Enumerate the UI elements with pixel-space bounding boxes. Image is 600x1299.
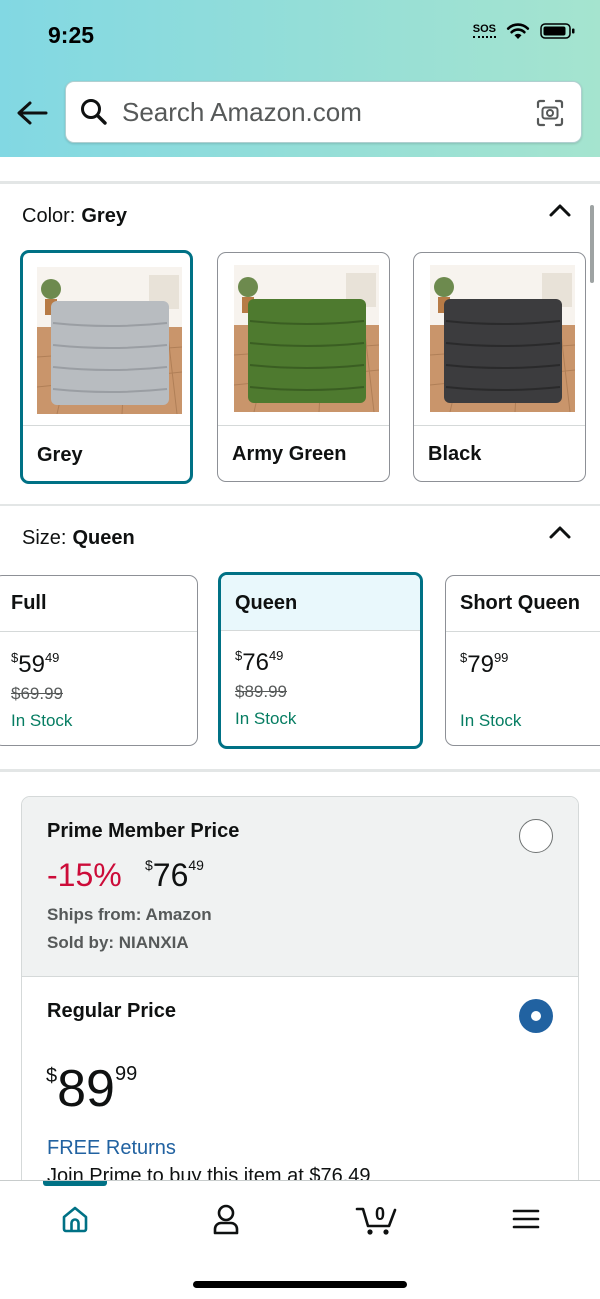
ships-from: Ships from: Amazon	[47, 905, 212, 924]
color-value: Grey	[81, 205, 127, 227]
size-option-header: Short Queen	[446, 576, 600, 632]
price-fraction: 49	[44, 650, 60, 665]
divider	[0, 504, 600, 506]
prime-price-radio[interactable]	[519, 819, 553, 853]
price-whole: 89	[57, 1060, 115, 1118]
color-option-army-green[interactable]: Army Green	[217, 252, 390, 482]
prime-price-option[interactable]: Prime Member Price -15% $7649 Ships from…	[22, 797, 578, 977]
sos-indicator: SOS	[472, 24, 496, 38]
stock-status: In Stock	[235, 709, 297, 728]
product-image-army-green	[234, 265, 379, 412]
discount-percent: -15%	[47, 857, 122, 893]
home-icon	[62, 1206, 88, 1233]
price-whole: 79	[467, 651, 494, 678]
search-bar[interactable]	[65, 81, 582, 143]
scrollbar[interactable]	[590, 205, 594, 283]
list-price: $69.99	[11, 684, 63, 703]
price-whole: 76	[152, 857, 189, 893]
price-fraction: 99	[114, 1063, 138, 1085]
price-fraction: 99	[493, 650, 509, 665]
divider	[23, 425, 190, 426]
size-value: Queen	[72, 527, 135, 549]
regular-price: $8999	[46, 1059, 137, 1119]
buying-options: Prime Member Price -15% $7649 Ships from…	[21, 796, 579, 1216]
divider	[414, 425, 585, 426]
nav-home[interactable]	[51, 1199, 99, 1239]
back-arrow-icon	[17, 101, 48, 125]
divider	[0, 181, 600, 184]
size-section-label: Size: Queen	[22, 527, 135, 550]
home-indicator[interactable]	[193, 1281, 407, 1288]
regular-price-title: Regular Price	[47, 1000, 176, 1022]
size-option-short-queen[interactable]: Short Queen $7999 In Stock	[445, 575, 600, 746]
divider	[218, 425, 389, 426]
size-option-header: Full	[0, 576, 197, 632]
nav-menu[interactable]	[502, 1199, 550, 1239]
currency-symbol: $	[46, 1065, 58, 1087]
camera-search-icon[interactable]	[535, 98, 565, 128]
size-option-queen[interactable]: Queen $7649 $89.99 In Stock	[218, 572, 423, 749]
list-price: $89.99	[235, 682, 287, 701]
active-tab-indicator	[43, 1181, 107, 1186]
color-option-label: Army Green	[232, 443, 347, 465]
wifi-icon	[506, 23, 530, 39]
chevron-up-icon[interactable]	[548, 524, 572, 540]
prime-price-title: Prime Member Price	[47, 820, 240, 842]
color-option-label: Grey	[37, 444, 83, 466]
size-option-full[interactable]: Full $5949 $69.99 In Stock	[0, 575, 198, 746]
size-option-price: $5949	[11, 650, 59, 679]
bottom-navigation: 0	[0, 1180, 600, 1299]
size-option-price: $7649	[235, 648, 283, 677]
size-option-price: $7999	[460, 650, 508, 679]
status-icons: SOS	[472, 22, 576, 40]
currency-symbol: $	[145, 857, 153, 873]
nav-cart[interactable]: 0	[352, 1199, 402, 1239]
stock-status: In Stock	[11, 711, 73, 730]
product-image-black	[430, 265, 575, 412]
color-option-grey[interactable]: Grey	[20, 250, 193, 484]
divider	[0, 769, 600, 772]
regular-price-radio[interactable]	[519, 999, 553, 1033]
hamburger-menu-icon	[512, 1209, 540, 1229]
color-option-label: Black	[428, 443, 482, 465]
product-options-screen: 9:25 SOS Search Amazon.com Color: Grey G…	[0, 0, 600, 1299]
sold-by: Sold by: NIANXIA	[47, 933, 189, 952]
size-option-header: Queen	[221, 575, 420, 631]
size-option-name: Short Queen	[460, 592, 581, 614]
search-input[interactable]	[122, 96, 522, 128]
product-image-grey	[37, 267, 182, 414]
back-button[interactable]	[14, 95, 50, 131]
user-icon	[213, 1204, 239, 1235]
chevron-up-icon[interactable]	[548, 202, 572, 218]
nav-account[interactable]	[202, 1199, 250, 1239]
size-label: Size:	[22, 527, 67, 549]
status-time: 9:25	[48, 22, 95, 48]
price-fraction: 49	[188, 857, 204, 873]
price-whole: 59	[18, 651, 45, 678]
size-option-name: Queen	[235, 592, 298, 614]
free-returns-link[interactable]: FREE Returns	[47, 1137, 176, 1160]
price-whole: 76	[242, 649, 269, 676]
color-section-label: Color: Grey	[22, 205, 127, 228]
prime-price: $7649	[145, 857, 204, 894]
price-fraction: 49	[268, 648, 284, 663]
cart-count: 0	[375, 1204, 385, 1224]
battery-icon	[540, 23, 575, 39]
cart-icon: 0	[355, 1204, 397, 1235]
stock-status: In Stock	[460, 711, 522, 730]
color-label: Color:	[22, 205, 76, 227]
search-icon	[81, 99, 107, 125]
header: 9:25 SOS	[0, 0, 600, 157]
color-option-black[interactable]: Black	[413, 252, 586, 482]
size-option-name: Full	[11, 592, 47, 614]
